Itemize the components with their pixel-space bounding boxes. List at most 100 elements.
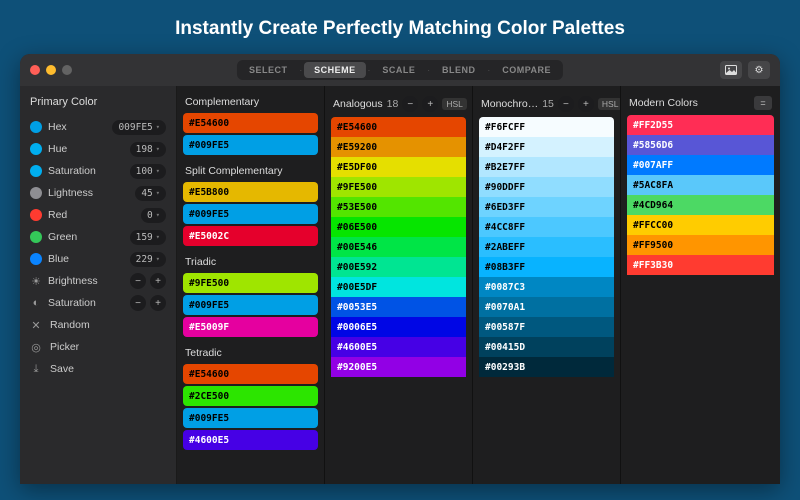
sidebar-label: Hex <box>48 121 106 133</box>
color-swatch[interactable]: #00415D <box>479 337 614 357</box>
color-swatch[interactable]: #06E500 <box>331 217 466 237</box>
analogous-column: Analogous18−+HSL#E54600#E59200#E5DF00#9F… <box>325 86 473 484</box>
color-swatch[interactable]: #00E592 <box>331 257 466 277</box>
minimize-icon[interactable] <box>46 65 56 75</box>
tab-compare[interactable]: COMPARE <box>492 62 561 78</box>
color-swatch[interactable]: #4600E5 <box>331 337 466 357</box>
color-swatch[interactable]: #E54600 <box>183 113 318 133</box>
sidebar-row-random[interactable]: ✕ Random <box>28 314 168 336</box>
color-swatch[interactable]: #E54600 <box>183 364 318 384</box>
column-title: Modern Colors <box>629 97 698 109</box>
close-icon[interactable] <box>30 65 40 75</box>
minus-button[interactable]: − <box>402 96 418 112</box>
color-swatch[interactable]: #6ED3FF <box>479 197 614 217</box>
color-swatch[interactable]: #F6FCFF <box>479 117 614 137</box>
color-swatch[interactable]: #B2E7FF <box>479 157 614 177</box>
color-swatch[interactable]: #4600E5 <box>183 430 318 450</box>
color-swatch-icon <box>30 165 42 177</box>
sidebar-row-blue: Blue229▾ <box>28 248 168 270</box>
sidebar-label: Random <box>50 319 166 331</box>
sidebar-label: Hue <box>48 143 124 155</box>
swatch-group: #9FE500#009FE5#E5009F <box>183 273 318 337</box>
sidebar-row-save[interactable]: ⤓Save <box>28 358 168 380</box>
value-pill[interactable]: 159▾ <box>130 230 166 245</box>
color-swatch[interactable]: #90DDFF <box>479 177 614 197</box>
color-swatch[interactable]: #E5DF00 <box>331 157 466 177</box>
color-swatch[interactable]: #E5009F <box>183 317 318 337</box>
color-swatch[interactable]: #08B3FF <box>479 257 614 277</box>
color-swatch[interactable]: #9FE500 <box>331 177 466 197</box>
color-swatch[interactable]: #4CC8FF <box>479 217 614 237</box>
tab-scheme[interactable]: SCHEME <box>304 62 366 78</box>
color-swatch[interactable]: #00293B <box>479 357 614 377</box>
save-icon: ⤓ <box>30 363 42 376</box>
settings-button[interactable]: ⚙ <box>748 61 770 79</box>
color-swatch[interactable]: #4CD964 <box>627 195 774 215</box>
hsl-toggle[interactable]: HSL <box>442 98 467 110</box>
color-swatch[interactable]: #FFCC00 <box>627 215 774 235</box>
maximize-icon[interactable] <box>62 65 72 75</box>
color-swatch[interactable]: #E59200 <box>331 137 466 157</box>
color-swatch[interactable]: #FF3B30 <box>627 255 774 275</box>
color-swatch[interactable]: #FF9500 <box>627 235 774 255</box>
color-swatch[interactable]: #00E546 <box>331 237 466 257</box>
mode-tabs: SELECT·SCHEME·SCALE·BLEND·COMPARE <box>237 60 563 80</box>
color-swatch-icon <box>30 209 42 221</box>
image-button[interactable] <box>720 61 742 79</box>
value-pill[interactable]: 45▾ <box>135 186 166 201</box>
color-swatch[interactable]: #2ABEFF <box>479 237 614 257</box>
color-swatch[interactable]: #00587F <box>479 317 614 337</box>
sidebar-label: Green <box>48 231 124 243</box>
value-pill[interactable]: 0▾ <box>141 208 166 223</box>
sidebar-label: Saturation <box>48 165 124 177</box>
sidebar-row-picker[interactable]: ◎Picker <box>28 336 168 358</box>
color-swatch[interactable]: #00E5DF <box>331 277 466 297</box>
color-swatch[interactable]: #2CE500 <box>183 386 318 406</box>
color-swatch[interactable]: #009FE5 <box>183 408 318 428</box>
color-swatch[interactable]: #E5002C <box>183 226 318 246</box>
random-icon: ✕ <box>30 319 42 332</box>
minus-button[interactable]: − <box>130 273 146 289</box>
color-swatch[interactable]: #0070A1 <box>479 297 614 317</box>
sidebar-row-saturation: Saturation 100▾ <box>28 160 168 182</box>
plus-button[interactable]: + <box>578 96 594 112</box>
color-swatch[interactable]: #009FE5 <box>183 204 318 224</box>
color-swatch[interactable]: #E54600 <box>331 117 466 137</box>
color-swatch[interactable]: #0087C3 <box>479 277 614 297</box>
plus-button[interactable]: + <box>150 295 166 311</box>
color-swatch[interactable]: #0053E5 <box>331 297 466 317</box>
swatch-list: #F6FCFF#D4F2FF#B2E7FF#90DDFF#6ED3FF#4CC8… <box>479 117 614 377</box>
tab-scale[interactable]: SCALE <box>372 62 425 78</box>
color-swatch-icon <box>30 187 42 199</box>
color-swatch[interactable]: #009FE5 <box>183 135 318 155</box>
plus-button[interactable]: + <box>422 96 438 112</box>
color-swatch[interactable]: #007AFF <box>627 155 774 175</box>
tab-blend[interactable]: BLEND <box>432 62 486 78</box>
color-swatch[interactable]: #5AC8FA <box>627 175 774 195</box>
value-pill[interactable]: 100▾ <box>130 164 166 179</box>
value-pill[interactable]: 229▾ <box>130 252 166 267</box>
color-swatch[interactable]: #5856D6 <box>627 135 774 155</box>
group-title: Complementary <box>183 92 318 113</box>
menu-button[interactable]: = <box>754 96 772 110</box>
window-controls <box>30 65 72 75</box>
column-title: Monochro… <box>481 98 538 110</box>
color-swatch[interactable]: #53E500 <box>331 197 466 217</box>
column-header: Monochro…15−+HSL <box>479 92 614 117</box>
color-swatch[interactable]: #009FE5 <box>183 295 318 315</box>
tab-select[interactable]: SELECT <box>239 62 298 78</box>
sidebar-row-hex: Hex 009FE5▾ <box>28 116 168 138</box>
color-swatch[interactable]: #0006E5 <box>331 317 466 337</box>
value-pill[interactable]: 198▾ <box>130 142 166 157</box>
color-swatch[interactable]: #FF2D55 <box>627 115 774 135</box>
minus-button[interactable]: − <box>130 295 146 311</box>
color-swatch[interactable]: #D4F2FF <box>479 137 614 157</box>
color-swatch[interactable]: #9200E5 <box>331 357 466 377</box>
app-body: Primary Color Hex009FE5▾Hue198▾Saturatio… <box>20 86 780 484</box>
hsl-toggle[interactable]: HSL <box>598 98 621 110</box>
plus-button[interactable]: + <box>150 273 166 289</box>
value-pill[interactable]: 009FE5▾ <box>112 120 166 135</box>
color-swatch[interactable]: #E5B800 <box>183 182 318 202</box>
minus-button[interactable]: − <box>558 96 574 112</box>
color-swatch[interactable]: #9FE500 <box>183 273 318 293</box>
